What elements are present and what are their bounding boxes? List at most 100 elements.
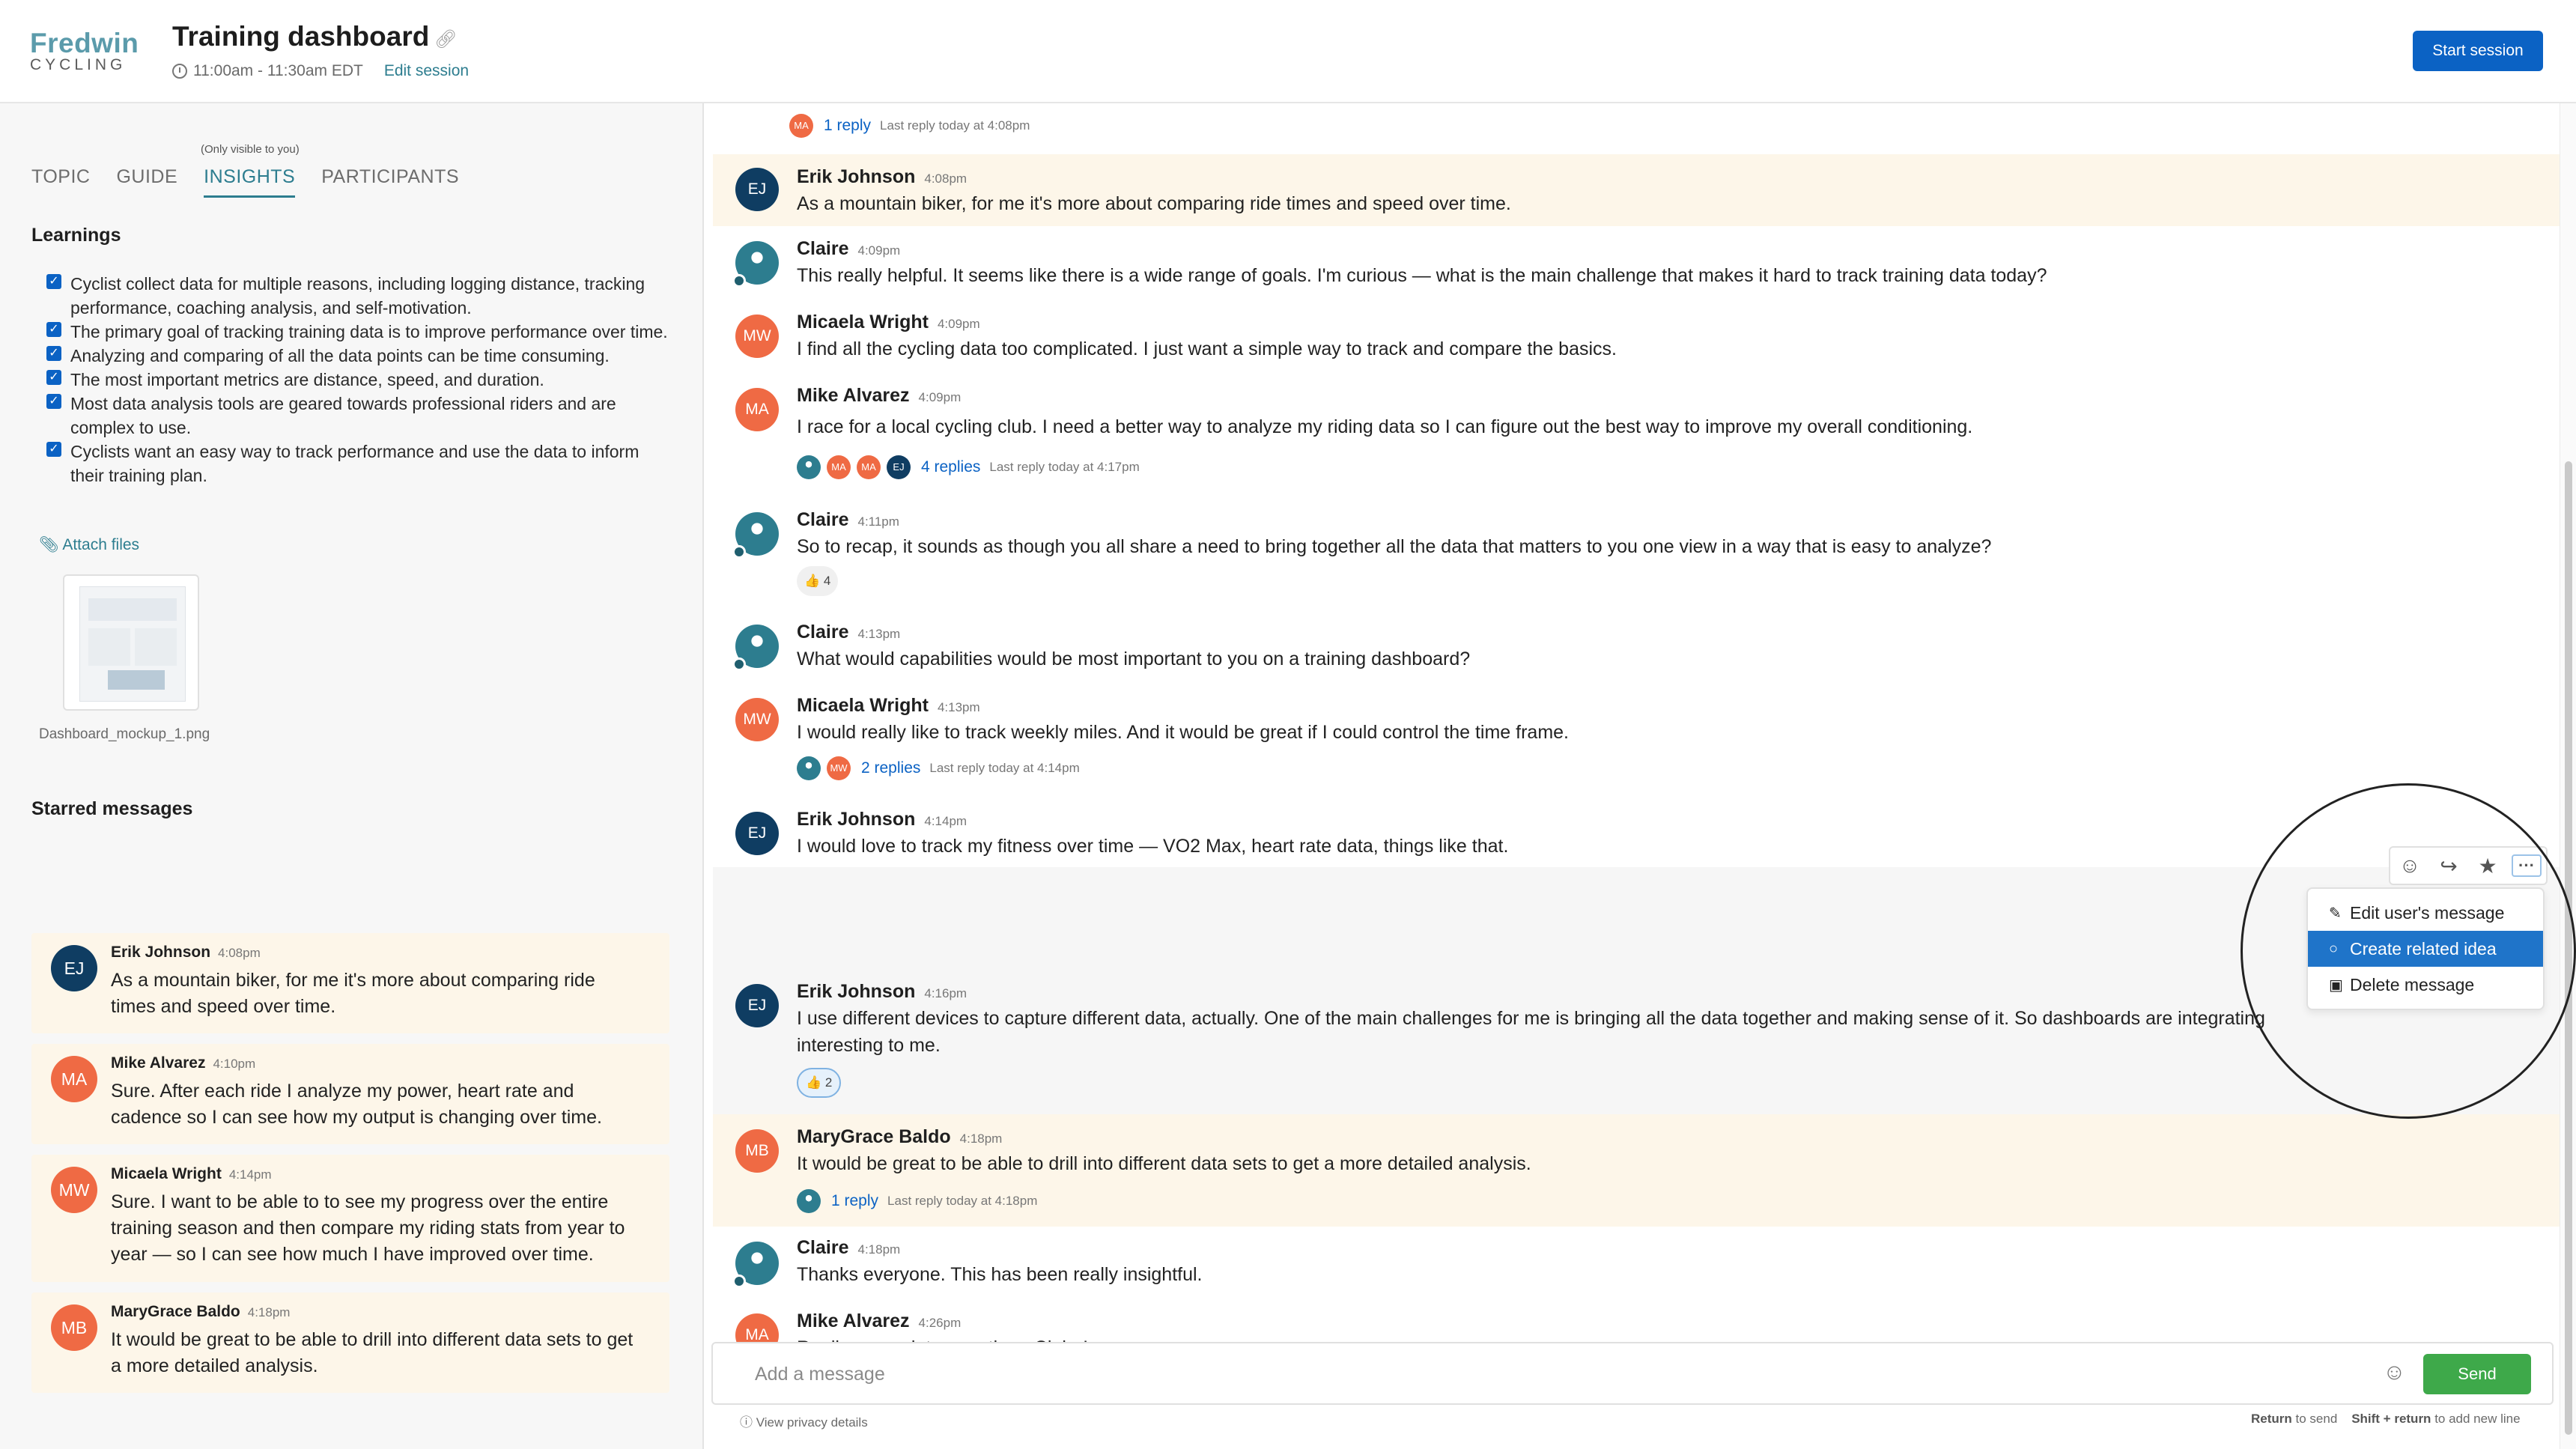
emoji-picker-icon[interactable]: ☺︎ bbox=[2383, 1360, 2406, 1385]
message-context-menu: ✎︎ Edit user's message ○︎ Create related… bbox=[2306, 887, 2545, 1010]
replies-link[interactable]: 2 replies bbox=[861, 759, 920, 777]
tab-participants[interactable]: PARTICIPANTS bbox=[321, 166, 459, 198]
chat-message[interactable]: MB MaryGrace Baldo 4:18pm It would be gre… bbox=[713, 1114, 2560, 1227]
more-icon[interactable]: ··· bbox=[2512, 854, 2542, 877]
author-name: Mike Alvarez bbox=[797, 1310, 910, 1331]
avatar: MA bbox=[827, 455, 851, 479]
fredwin-cycling-logo[interactable]: Fredwin CYCLING bbox=[30, 28, 142, 73]
author-name: Micaela Wright bbox=[797, 695, 929, 716]
avatar: MA bbox=[735, 388, 779, 431]
learning-text: The most important metrics are distance,… bbox=[70, 370, 544, 389]
last-reply-meta: Last reply today at 4:08pm bbox=[880, 118, 1030, 133]
chat-message-hovered[interactable]: EJ Erik Johnson 4:16pm I use different de… bbox=[713, 867, 2560, 1114]
forward-icon[interactable]: ↪︎ bbox=[2434, 854, 2464, 878]
logo-wordmark: Fredwin bbox=[30, 28, 139, 58]
scrollbar-thumb[interactable] bbox=[2565, 461, 2572, 1435]
thread-summary[interactable]: MA 1 reply Last reply today at 4:08pm bbox=[789, 114, 1030, 138]
message-actions-toolbar: ☺︎ ↪︎ ★︎ ··· bbox=[2389, 846, 2548, 885]
timestamp: 4:13pm bbox=[937, 700, 980, 714]
learning-item: ✓ Cyclist collect data for multiple reaso… bbox=[46, 272, 668, 320]
replies-link[interactable]: 1 reply bbox=[824, 117, 871, 135]
reaction-thumbs-up[interactable]: 👍 4 bbox=[797, 566, 839, 596]
learning-text: Most data analysis tools are geared towa… bbox=[70, 394, 616, 437]
emoji-add-icon[interactable]: ☺︎ bbox=[2395, 854, 2425, 878]
chat-message[interactable]: EJ Erik Johnson 4:08pm As a mountain bike… bbox=[713, 154, 2560, 226]
lightbulb-icon: ○︎ bbox=[2329, 940, 2339, 957]
timestamp: 4:08pm bbox=[218, 946, 261, 960]
attachment-thumbnail[interactable] bbox=[63, 574, 199, 711]
edit-session-link[interactable]: Edit session bbox=[384, 62, 469, 80]
starred-message[interactable]: MB MaryGrace Baldo 4:18pm It would be gre… bbox=[31, 1292, 669, 1393]
tab-insights[interactable]: INSIGHTS bbox=[204, 166, 296, 198]
logo-subtitle: CYCLING bbox=[30, 56, 127, 73]
message-text: I would really like to track weekly mile… bbox=[797, 722, 1570, 743]
menu-label: Delete message bbox=[2350, 974, 2475, 994]
starred-message[interactable]: MA Mike Alvarez 4:10pm Sure. After each r… bbox=[31, 1044, 669, 1144]
attach-files-label: Attach files bbox=[62, 536, 140, 553]
message-text: I use different devices to capture diffe… bbox=[797, 1008, 2265, 1056]
thread-summary[interactable]: MW 2 replies Last reply today at 4:14pm bbox=[797, 756, 1080, 780]
learning-item: ✓ The primary goal of tracking training d… bbox=[46, 320, 668, 344]
avatar: EJ bbox=[735, 812, 779, 855]
chat-message[interactable]: Claire 4:09pm This really helpful. It see… bbox=[713, 226, 2560, 300]
reaction-thumbs-up[interactable]: 👍 2 bbox=[797, 1068, 842, 1098]
menu-edit-message[interactable]: ✎︎ Edit user's message bbox=[2308, 895, 2543, 931]
avatar bbox=[732, 512, 779, 559]
send-button[interactable]: Send bbox=[2423, 1354, 2531, 1394]
chat-message[interactable]: MA Mike Alvarez 4:09pm I race for a local… bbox=[713, 373, 2560, 493]
avatar: MA bbox=[789, 114, 813, 138]
session-time-row: 11:00am - 11:30am EDT Edit session bbox=[172, 62, 469, 80]
attach-files-link[interactable]: 📎︎ Attach files bbox=[39, 536, 139, 554]
chat-message[interactable]: MW Micaela Wright 4:13pm I would really l… bbox=[713, 680, 2560, 792]
avatar bbox=[797, 455, 821, 479]
menu-delete-message[interactable]: ▣︎ Delete message bbox=[2308, 967, 2543, 1003]
timestamp: 4:18pm bbox=[247, 1305, 291, 1319]
timestamp: 4:14pm bbox=[924, 814, 967, 828]
chat-message[interactable]: MW Micaela Wright 4:09pm I find all the c… bbox=[713, 300, 2560, 373]
paperclip-icon: 📎︎ bbox=[39, 536, 63, 553]
checkbox[interactable]: ✓ bbox=[46, 274, 61, 289]
star-icon[interactable]: ★︎ bbox=[2473, 854, 2503, 878]
checkbox[interactable]: ✓ bbox=[46, 370, 61, 385]
last-reply-meta: Last reply today at 4:14pm bbox=[929, 761, 1080, 775]
start-session-button[interactable]: Start session bbox=[2413, 31, 2543, 71]
menu-label: Edit user's message bbox=[2350, 902, 2505, 923]
avatar: EJ bbox=[887, 455, 911, 479]
learning-item: ✓ Analyzing and comparing of all the data… bbox=[46, 344, 668, 368]
message-input[interactable] bbox=[755, 1357, 2327, 1391]
chat-transcript: MA 1 reply Last reply today at 4:08pm EJ… bbox=[705, 103, 2560, 1449]
learnings-list: ✓ Cyclist collect data for multiple reaso… bbox=[46, 272, 668, 487]
privacy-details-link[interactable]: ⓘ︎ View privacy details bbox=[740, 1412, 868, 1430]
tab-guide[interactable]: GUIDE bbox=[116, 166, 177, 198]
info-icon: ⓘ︎ bbox=[740, 1415, 756, 1430]
author-name: Mike Alvarez bbox=[797, 385, 910, 406]
avatar: MA bbox=[51, 1056, 97, 1102]
author-name: Mike Alvarez bbox=[111, 1054, 206, 1072]
starred-message[interactable]: EJ Erik Johnson 4:08pm As a mountain bike… bbox=[31, 933, 669, 1033]
thread-summary[interactable]: MA MA EJ 4 replies Last reply today at 4… bbox=[797, 455, 1140, 479]
checkbox[interactable]: ✓ bbox=[46, 322, 61, 337]
thread-summary[interactable]: 1 reply Last reply today at 4:18pm bbox=[797, 1189, 1037, 1213]
timestamp: 4:18pm bbox=[857, 1242, 901, 1257]
replies-link[interactable]: 4 replies bbox=[921, 458, 980, 476]
link-icon[interactable]: 🔗︎ bbox=[434, 28, 457, 50]
chat-message[interactable]: EJ Erik Johnson 4:14pm I would love to tr… bbox=[713, 792, 2560, 867]
menu-create-related-idea[interactable]: ○︎ Create related idea bbox=[2308, 931, 2543, 967]
starred-message[interactable]: MW Micaela Wright 4:14pm Sure. I want to … bbox=[31, 1155, 669, 1282]
avatar bbox=[797, 1189, 821, 1213]
message-text: I find all the cycling data too complica… bbox=[797, 338, 1617, 359]
chat-message[interactable]: Claire 4:13pm What would capabilities wou… bbox=[713, 605, 2560, 680]
checkbox[interactable]: ✓ bbox=[46, 394, 61, 409]
checkbox[interactable]: ✓ bbox=[46, 346, 61, 361]
checkbox[interactable]: ✓ bbox=[46, 442, 61, 457]
replies-link[interactable]: 1 reply bbox=[831, 1192, 878, 1210]
chat-message[interactable]: Claire 4:18pm Thanks everyone. This has b… bbox=[713, 1227, 2560, 1300]
message-text: I would love to track my fitness over ti… bbox=[797, 836, 1509, 857]
hint-text-newline: to add new line bbox=[2434, 1412, 2521, 1426]
message-text: Sure. After each ride I analyze my power… bbox=[111, 1081, 602, 1128]
chat-scrollbar[interactable] bbox=[2560, 103, 2576, 1449]
chat-message[interactable]: Claire 4:11pm So to recap, it sounds as t… bbox=[713, 493, 2560, 605]
tab-topic[interactable]: TOPIC bbox=[31, 166, 90, 198]
avatar: MA bbox=[857, 455, 881, 479]
author-name: Erik Johnson bbox=[797, 166, 916, 187]
